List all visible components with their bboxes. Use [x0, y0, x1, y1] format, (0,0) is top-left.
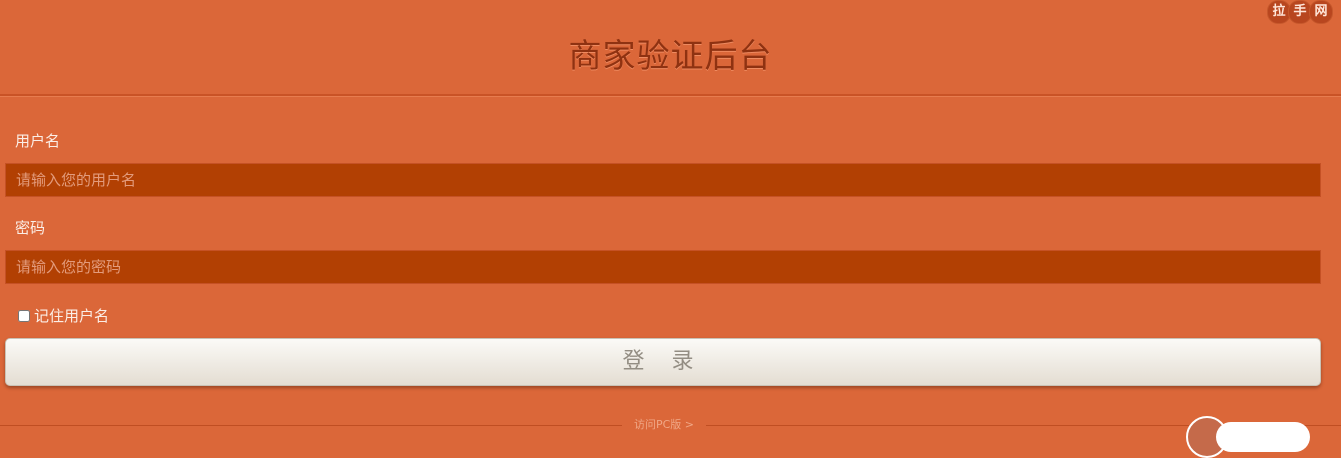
- floating-avatar-widget[interactable]: [1186, 416, 1310, 458]
- footer-divider-left: [0, 425, 622, 426]
- remember-username-checkbox[interactable]: [18, 310, 30, 322]
- floating-pill[interactable]: [1216, 422, 1310, 452]
- password-label: 密码: [15, 219, 46, 237]
- remember-username-label[interactable]: 记住用户名: [34, 306, 109, 326]
- page-header: 商家验证后台 拉 手 网: [0, 0, 1341, 96]
- password-input[interactable]: [5, 250, 1321, 284]
- login-button[interactable]: 登 录: [5, 338, 1321, 386]
- visit-pc-link[interactable]: 访问PC版 >: [622, 418, 706, 432]
- page-title: 商家验证后台: [568, 36, 773, 75]
- site-watermark: 拉 手 网: [1267, 0, 1333, 24]
- remember-username-row: 记住用户名: [18, 306, 109, 326]
- watermark-char: 网: [1309, 0, 1333, 24]
- username-input[interactable]: [5, 163, 1321, 197]
- username-label: 用户名: [15, 132, 61, 150]
